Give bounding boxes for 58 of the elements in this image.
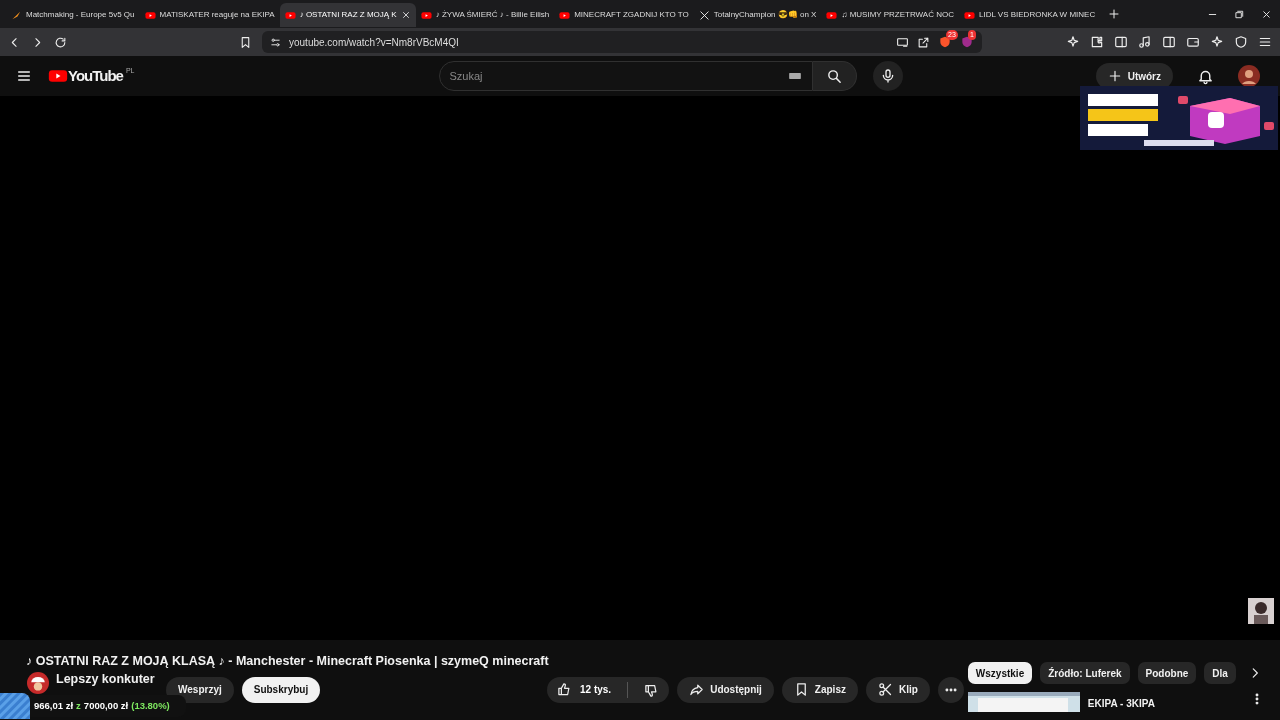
figure-icon — [1248, 598, 1274, 624]
progress-icon — [0, 692, 30, 719]
shield-icon[interactable] — [938, 35, 952, 49]
clip-button[interactable]: Klip — [865, 676, 930, 703]
sidebar-icon[interactable] — [1162, 35, 1176, 49]
restore-icon[interactable] — [1234, 8, 1245, 20]
share-icon[interactable] — [917, 35, 930, 49]
browser-tab[interactable]: MATISKATER reaguje na EKIPA — [139, 3, 280, 27]
goal-raised: 966,01 zł — [34, 699, 74, 711]
reload-icon[interactable] — [54, 35, 67, 49]
cast-icon[interactable] — [896, 35, 909, 49]
scissors-icon — [877, 682, 893, 698]
sidebar-icon[interactable] — [1114, 35, 1128, 49]
avatar[interactable] — [1238, 65, 1260, 87]
filter-chip[interactable]: Źródło: Luferek — [1040, 662, 1130, 684]
goal-target: 7000,00 zł — [83, 699, 129, 711]
search-field[interactable]: Szukaj — [438, 61, 813, 91]
browser-tab[interactable]: ♪ OSTATNI RAZ Z MOJĄ K — [279, 3, 416, 27]
wallet-icon[interactable] — [1186, 35, 1200, 49]
video-title[interactable]: EKIPA - 3KIPA — [1087, 696, 1242, 712]
filter-chip[interactable]: Dla — [1204, 662, 1236, 684]
menu-icon[interactable] — [16, 68, 32, 84]
music-icon[interactable] — [1138, 35, 1152, 49]
filter-chip[interactable]: Wszystkie — [967, 662, 1033, 684]
filter-chip[interactable]: Podobne — [1137, 662, 1197, 684]
browser-tab[interactable]: Matchmaking - Europe 5v5 Qu — [6, 3, 140, 27]
search-icon — [825, 67, 843, 85]
close-icon[interactable] — [1261, 8, 1272, 20]
shield-icon[interactable] — [1234, 35, 1248, 49]
subscribe-button[interactable]: Subskrybuj — [241, 676, 321, 703]
browser-tab[interactable]: MINECRAFT ZGADNIJ KTO TO — [554, 3, 694, 27]
goal-separator: z — [76, 699, 81, 711]
browser-tab[interactable]: TotalnyChampion 😎👊 on X — [693, 3, 822, 27]
thumbs-up-icon — [557, 682, 572, 698]
browser-tab[interactable]: ♪ ŻYWA ŚMIERĆ ♪ - Billie Eilish — [415, 3, 555, 27]
like-button[interactable]: 12 tys. — [547, 682, 622, 698]
overlay-label: Lepszy konkuter — [56, 670, 155, 688]
more-button[interactable] — [937, 676, 964, 703]
share-arrow-icon — [689, 682, 705, 698]
new-tab-icon[interactable] — [1108, 8, 1121, 20]
site-settings-icon[interactable] — [270, 36, 281, 48]
menu-icon[interactable] — [1258, 35, 1272, 49]
browser-tab[interactable]: LIDL VS BIEDRONKA W MINEC — [959, 3, 1101, 27]
browser-tab[interactable]: ♫ MUSIMY PRZETRWAĆ NOC — [821, 3, 959, 27]
save-button[interactable]: Zapisz — [781, 676, 858, 703]
rewards-icon[interactable] — [960, 35, 974, 49]
bookmark-icon[interactable] — [239, 35, 252, 49]
create-button[interactable]: Utwórz — [1095, 63, 1173, 89]
sparkle-icon[interactable] — [1066, 35, 1080, 49]
close-icon[interactable] — [400, 10, 411, 20]
voice-search-button[interactable] — [872, 61, 903, 91]
share-button[interactable]: Udostępnij — [677, 676, 774, 703]
channel-avatar[interactable] — [27, 671, 49, 694]
sparkle-icon[interactable] — [1210, 35, 1224, 49]
plus-icon — [1107, 69, 1122, 83]
support-button[interactable]: Wesprzyj — [166, 676, 234, 703]
search-button[interactable] — [812, 61, 857, 91]
video-title: ♪ OSTATNI RAZ Z MOJĄ KLASĄ ♪ - Manchester - Minecraft Piosenka | szymeQ minecraft — [26, 653, 550, 670]
